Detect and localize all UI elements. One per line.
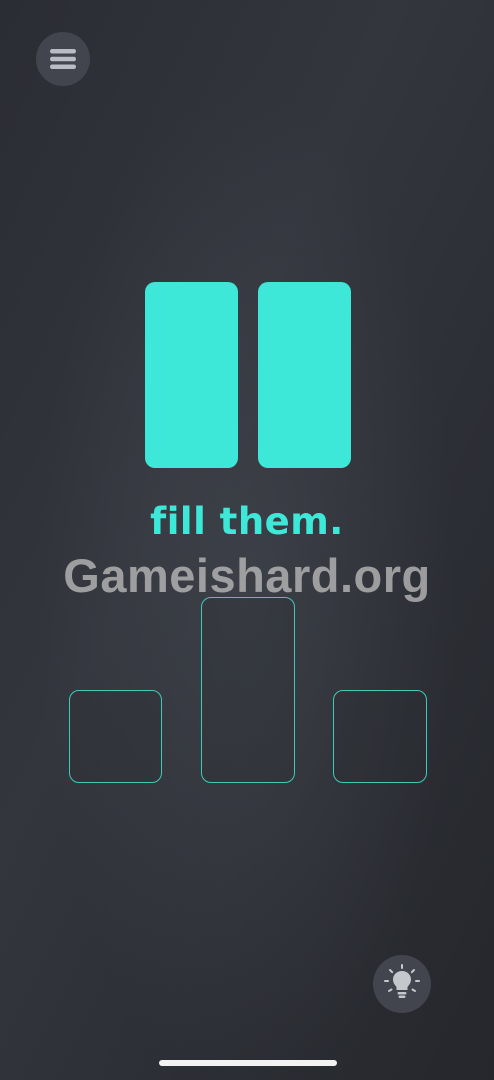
menu-button[interactable] [36,32,90,86]
home-indicator[interactable] [159,1060,337,1066]
empty-slot-small-right[interactable] [333,690,427,783]
filled-block-tall-1[interactable] [145,282,238,468]
filled-block-tall-2[interactable] [258,282,351,468]
lightbulb-icon [382,962,422,1006]
hint-button[interactable] [373,955,431,1013]
hamburger-menu-icon [48,47,78,71]
watermark-text: Gameishard.org [63,549,431,602]
empty-slot-tall-center[interactable] [201,597,295,783]
empty-slot-small-left[interactable] [69,690,162,783]
puzzle-hint-text: fill them. [150,500,344,543]
